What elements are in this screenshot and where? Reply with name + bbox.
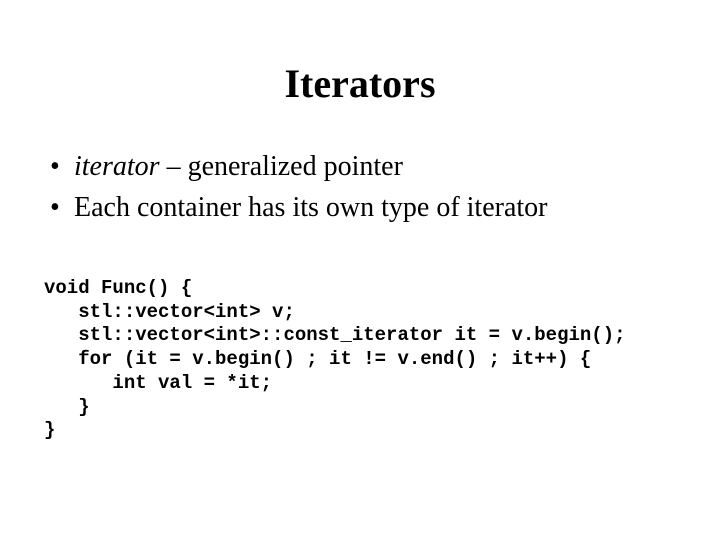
bullet-text: iterator – generalized pointer xyxy=(74,149,680,184)
bullet-list: • iterator – generalized pointer • Each … xyxy=(50,149,680,225)
bullet-dot-icon: • xyxy=(50,149,74,184)
slide: Iterators • iterator – generalized point… xyxy=(0,0,720,540)
code-line: void Func() { xyxy=(44,277,192,299)
code-line: } xyxy=(44,396,90,418)
slide-title: Iterators xyxy=(40,60,680,107)
bullet-item: • Each container has its own type of ite… xyxy=(50,190,680,225)
code-block: void Func() { stl::vector<int> v; stl::v… xyxy=(44,253,680,467)
code-line: stl::vector<int> v; xyxy=(44,301,295,323)
bullet-rest: – generalized pointer xyxy=(160,151,403,182)
code-line: stl::vector<int>::const_iterator it = v.… xyxy=(44,324,626,346)
term-iterator: iterator xyxy=(74,151,160,182)
code-line: for (it = v.begin() ; it != v.end() ; it… xyxy=(44,348,591,370)
code-line: int val = *it; xyxy=(44,372,272,394)
bullet-item: • iterator – generalized pointer xyxy=(50,149,680,184)
code-line: } xyxy=(44,419,55,441)
bullet-dot-icon: • xyxy=(50,190,74,225)
bullet-text: Each container has its own type of itera… xyxy=(74,190,680,225)
